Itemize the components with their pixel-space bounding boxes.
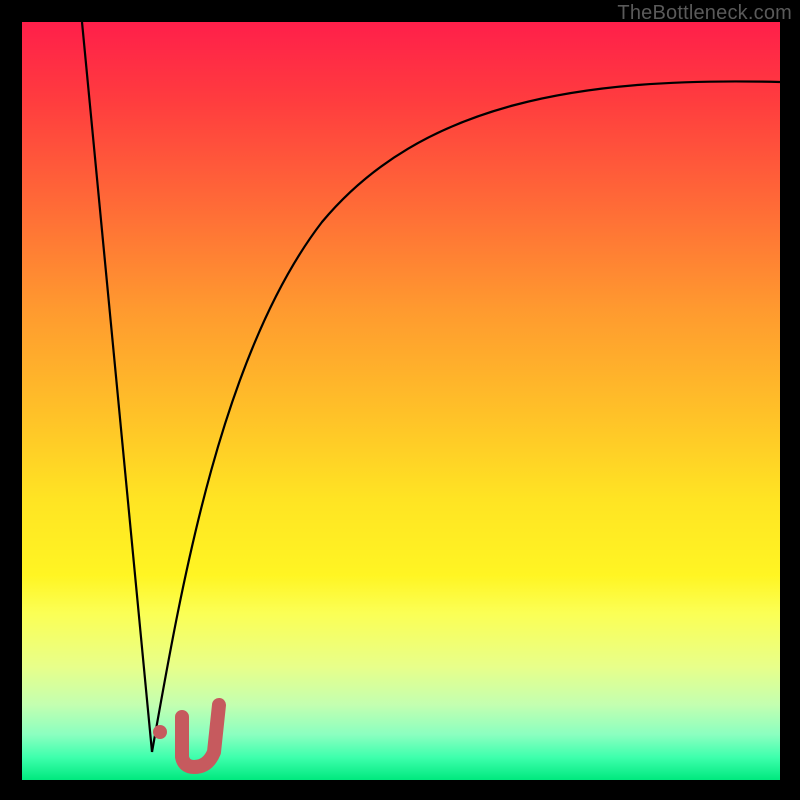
left-slope-line bbox=[82, 22, 152, 752]
plot-area bbox=[22, 22, 780, 780]
marker-j-stroke bbox=[182, 705, 219, 767]
marker-dot bbox=[153, 725, 167, 739]
watermark-text: TheBottleneck.com bbox=[617, 2, 792, 25]
chart-frame: TheBottleneck.com bbox=[0, 0, 800, 800]
right-curve-line bbox=[152, 81, 780, 752]
curve-layer bbox=[22, 22, 780, 780]
